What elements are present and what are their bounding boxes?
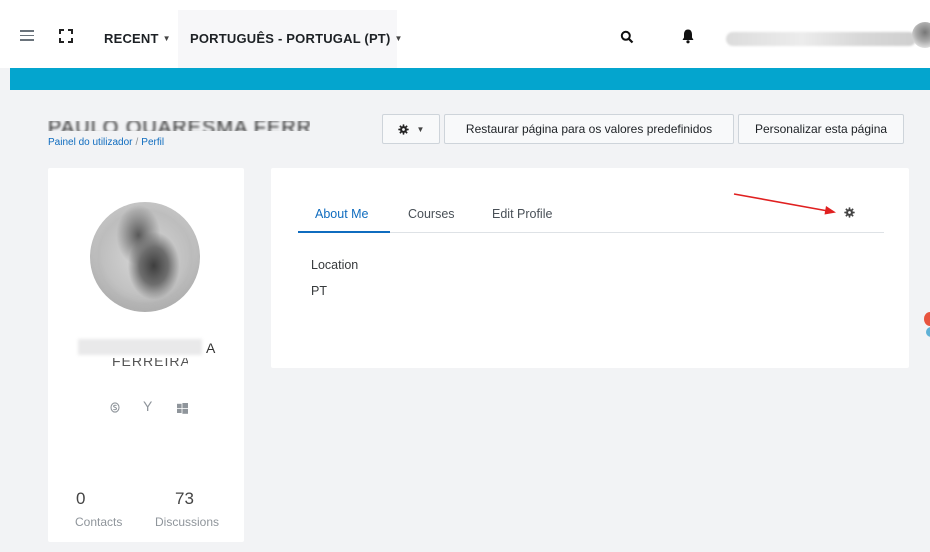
yahoo-icon[interactable]: Y	[143, 398, 152, 414]
profile-name-line2: FERREIRA	[112, 358, 188, 368]
search-icon[interactable]	[620, 30, 634, 44]
location-label: Location	[311, 258, 359, 272]
breadcrumb-dashboard[interactable]: Painel do utilizador	[48, 137, 133, 148]
recent-menu-label: RECENT	[104, 31, 159, 46]
gear-icon[interactable]	[844, 207, 855, 218]
annotation-arrow	[733, 193, 836, 215]
breadcrumb-profile[interactable]: Perfil	[141, 137, 164, 148]
bell-icon[interactable]	[681, 28, 695, 44]
page-actions-button[interactable]: ▼	[382, 114, 440, 144]
chevron-down-icon: ▼	[416, 124, 425, 134]
breadcrumb: Painel do utilizador / Perfil	[48, 137, 165, 148]
user-menu-name-blurred[interactable]	[726, 32, 916, 46]
customise-page-button[interactable]: Personalizar esta página	[738, 114, 904, 144]
discussions-label: Discussions	[155, 515, 220, 529]
gear-icon	[397, 123, 409, 135]
language-menu[interactable]: PORTUGUÊS - PORTUGAL (PT) ▼	[190, 31, 403, 46]
expand-icon[interactable]	[58, 28, 74, 44]
profile-name-blurred	[78, 339, 202, 355]
page-title: PAULO QUARESMA FERREIRA	[48, 113, 310, 131]
profile-name-line1-tail: A	[206, 340, 216, 356]
tab-edit-profile[interactable]: Edit Profile	[492, 207, 552, 221]
tab-courses[interactable]: Courses	[408, 207, 455, 221]
reset-page-button[interactable]: Restaurar página para os valores predefi…	[444, 114, 734, 144]
notification-badge	[924, 312, 930, 326]
language-menu-label: PORTUGUÊS - PORTUGAL (PT)	[190, 31, 391, 46]
menu-icon[interactable]	[20, 30, 34, 41]
chevron-down-icon: ▼	[394, 34, 403, 43]
profile-name-line2-text: FERREIRA	[112, 358, 188, 368]
windows-icon[interactable]	[177, 403, 188, 414]
tab-about-me[interactable]: About Me	[315, 207, 369, 221]
skype-icon[interactable]	[110, 402, 120, 413]
recent-menu[interactable]: RECENT ▼	[104, 31, 171, 46]
contacts-count: 0	[76, 489, 86, 508]
location-value: PT	[311, 284, 327, 298]
discussions-count: 73	[175, 489, 194, 508]
drawer-toggle-edge[interactable]	[926, 327, 930, 337]
active-tab-indicator	[298, 231, 390, 233]
profile-avatar	[90, 202, 200, 312]
page-header-banner	[10, 68, 930, 90]
chevron-down-icon: ▼	[162, 34, 171, 43]
contacts-label: Contacts	[75, 515, 123, 529]
